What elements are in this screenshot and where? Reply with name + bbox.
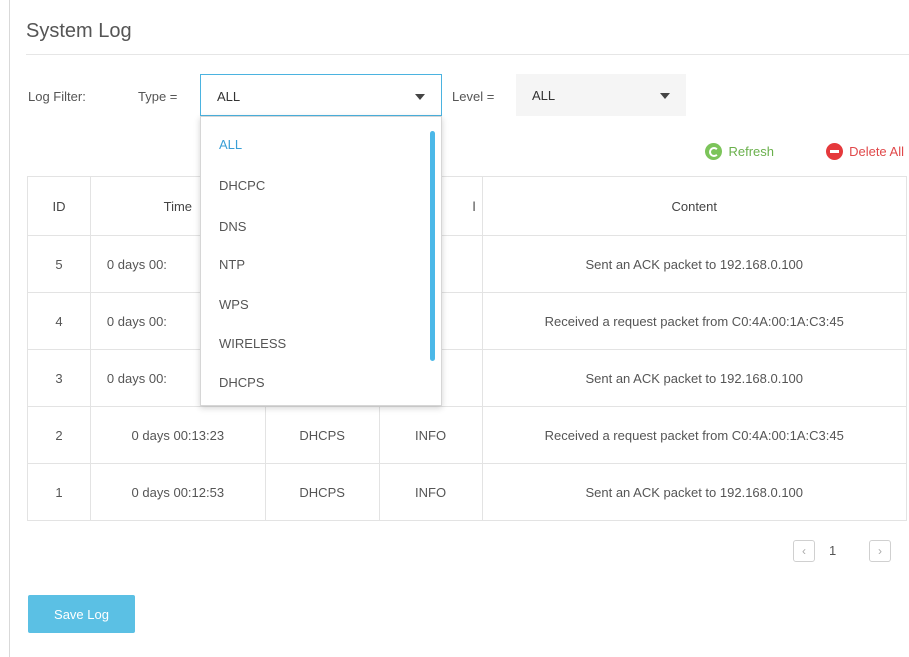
system-log-table: ID Time l Content 5 0 days 00: O Sent an… (27, 176, 907, 521)
row-id: 5 (27, 235, 91, 293)
row-level: INFO (378, 463, 483, 521)
row-content: Sent an ACK packet to 192.168.0.100 (481, 349, 907, 407)
dropdown-option-all[interactable]: ALL (219, 137, 242, 152)
row-content: Received a request packet from C0:4A:00:… (481, 292, 907, 350)
row-type: DHCPS (264, 406, 380, 464)
column-header-id: ID (27, 176, 91, 236)
dropdown-option-dns[interactable]: DNS (219, 219, 246, 234)
row-level: INFO (378, 406, 483, 464)
row-time: 0 days 00:13:23 (89, 406, 266, 464)
level-filter-label: Level = (452, 89, 495, 104)
table-row: 4 0 days 00: O Received a request packet… (27, 292, 907, 350)
refresh-button[interactable]: Refresh (705, 143, 774, 160)
level-select[interactable]: ALL (516, 74, 686, 116)
dropdown-option-wps[interactable]: WPS (219, 297, 249, 312)
type-filter-label: Type = (138, 89, 178, 104)
table-row: 5 0 days 00: O Sent an ACK packet to 192… (27, 235, 907, 293)
table-header-row: ID Time l Content (27, 176, 907, 236)
type-dropdown-menu: ALL DHCPC DNS NTP WPS WIRELESS DHCPS (200, 116, 442, 406)
pagination: ‹ 1 › (793, 540, 903, 564)
chevron-right-icon[interactable]: › (869, 540, 891, 562)
row-id: 2 (27, 406, 91, 464)
type-select[interactable]: ALL (200, 74, 442, 116)
row-content: Received a request packet from C0:4A:00:… (481, 406, 907, 464)
delete-icon (826, 143, 844, 160)
column-header-content: Content (481, 176, 907, 236)
title-divider (26, 54, 909, 55)
dropdown-option-wireless[interactable]: WIRELESS (219, 336, 286, 351)
row-id: 1 (27, 463, 91, 521)
dropdown-option-ntp[interactable]: NTP (219, 257, 245, 272)
chevron-down-icon (415, 94, 425, 100)
save-log-button[interactable]: Save Log (28, 595, 135, 633)
refresh-label: Refresh (728, 144, 774, 159)
row-id: 3 (27, 349, 91, 407)
dropdown-option-dhcps[interactable]: DHCPS (219, 375, 265, 390)
level-select-value: ALL (532, 88, 556, 103)
chevron-left-icon[interactable]: ‹ (793, 540, 815, 562)
current-page-number[interactable]: 1 (829, 543, 836, 558)
table-row: 1 0 days 00:12:53 DHCPS INFO Sent an ACK… (27, 463, 907, 521)
row-id: 4 (27, 292, 91, 350)
refresh-icon (705, 143, 723, 160)
table-row: 3 0 days 00: O Sent an ACK packet to 192… (27, 349, 907, 407)
type-select-value: ALL (217, 89, 241, 104)
row-time: 0 days 00:12:53 (89, 463, 266, 521)
table-row: 2 0 days 00:13:23 DHCPS INFO Received a … (27, 406, 907, 464)
dropdown-option-dhcpc[interactable]: DHCPC (219, 178, 265, 193)
log-filter-label: Log Filter: (28, 89, 86, 104)
row-type: DHCPS (264, 463, 380, 521)
row-content: Sent an ACK packet to 192.168.0.100 (481, 235, 907, 293)
row-content: Sent an ACK packet to 192.168.0.100 (481, 463, 907, 521)
log-filter-row: Log Filter: Type = ALL Level = ALL (0, 74, 909, 118)
delete-all-label: Delete All (849, 144, 904, 159)
chevron-down-icon (660, 93, 670, 99)
dropdown-scrollbar[interactable] (430, 131, 435, 361)
page-title: System Log (26, 20, 132, 42)
delete-all-button[interactable]: Delete All (826, 143, 904, 160)
